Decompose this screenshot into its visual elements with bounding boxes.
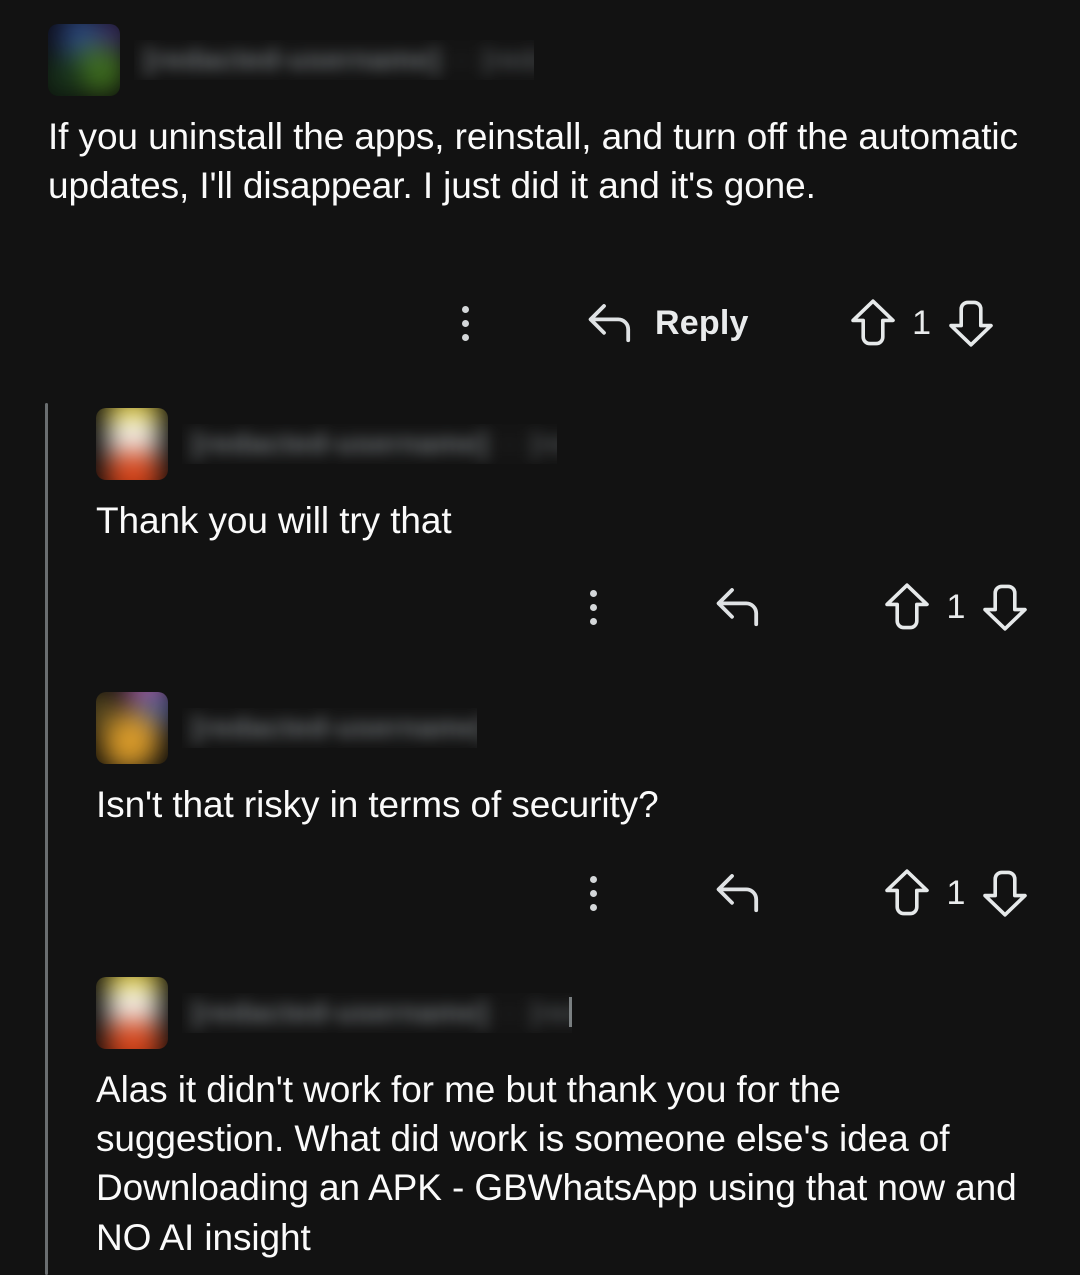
avatar-image xyxy=(96,692,168,764)
downvote-arrow-icon xyxy=(983,584,1027,631)
comment-2-action-bar: 1 xyxy=(570,580,1031,634)
comment-4-body: Alas it didn't work for me but thank you… xyxy=(96,1069,1017,1258)
comment-1-header: [redacted-username] · [redacted] xyxy=(0,24,1080,96)
reply-button[interactable] xyxy=(713,871,783,915)
comment-thread-screen: [redacted-username] · [redacted] If you … xyxy=(0,0,1080,1275)
upvote-arrow-icon xyxy=(885,583,929,630)
comment-2-header: [redacted-username] · [redacted] xyxy=(0,408,1080,480)
meta-separator: · xyxy=(504,427,515,460)
username-redacted: [redacted-username] · [redacted] xyxy=(182,993,572,1033)
upvote-button[interactable] xyxy=(881,866,933,920)
timestamp: [redacted] xyxy=(482,43,534,76)
username: [redacted-username] xyxy=(144,43,441,76)
upvote-arrow-icon xyxy=(885,869,929,916)
upvote-button[interactable] xyxy=(881,580,933,634)
avatar-image xyxy=(48,24,120,96)
upvote-arrow-icon xyxy=(850,299,895,346)
text-cursor-indicator xyxy=(569,997,572,1027)
timestamp: [redacted] xyxy=(530,427,557,460)
vote-count: 1 xyxy=(946,587,966,626)
downvote-button[interactable] xyxy=(979,580,1031,634)
comment-4-header: [redacted-username] · [redacted] xyxy=(0,977,1080,1049)
reply-arrow-icon xyxy=(588,304,631,343)
comment-4: [redacted-username] · [redacted] Alas it… xyxy=(0,977,1080,1262)
avatar[interactable] xyxy=(96,408,168,480)
comment-1-body: If you uninstall the apps, reinstall, an… xyxy=(48,116,1018,207)
username: [redacted-username] xyxy=(192,996,489,1029)
upvote-button[interactable] xyxy=(847,296,899,350)
comment-1-action-bar: Reply 1 xyxy=(442,296,997,350)
comment-4-author-line[interactable]: [redacted-username] · [redacted] xyxy=(182,993,572,1033)
reply-arrow-icon xyxy=(716,588,759,627)
username: [redacted-username] xyxy=(192,427,489,460)
downvote-button[interactable] xyxy=(945,296,997,350)
reply-arrow-icon xyxy=(716,874,759,913)
kebab-menu-icon[interactable] xyxy=(442,300,488,346)
username: [redacted-username] xyxy=(192,711,477,744)
username-redacted: [redacted-username] · [redacted] xyxy=(134,40,534,80)
comment-3-header: [redacted-username] · [redacted] xyxy=(0,692,1080,764)
comment-3-author-line[interactable]: [redacted-username] · [redacted] xyxy=(182,708,477,748)
avatar-image xyxy=(96,408,168,480)
reply-label: Reply xyxy=(655,303,749,342)
comment-3-body: Isn't that risky in terms of security? xyxy=(96,784,659,825)
vote-count: 1 xyxy=(912,303,932,342)
comment-1: [redacted-username] · [redacted] If you … xyxy=(0,24,1080,210)
avatar-image xyxy=(96,977,168,1049)
comment-1-author-line[interactable]: [redacted-username] · [redacted] xyxy=(134,40,534,80)
comment-3-vote-group: 1 xyxy=(881,866,1031,920)
comment-3: [redacted-username] · [redacted] Isn't t… xyxy=(0,692,1080,829)
timestamp: [redacted] xyxy=(530,996,572,1029)
downvote-arrow-icon xyxy=(948,300,993,347)
downvote-button[interactable] xyxy=(979,866,1031,920)
reply-button[interactable] xyxy=(713,585,783,629)
comment-2-body: Thank you will try that xyxy=(96,500,452,541)
comment-3-action-bar: 1 xyxy=(570,866,1031,920)
downvote-arrow-icon xyxy=(983,870,1027,917)
reply-button[interactable]: Reply xyxy=(585,301,749,345)
meta-separator: · xyxy=(504,996,515,1029)
avatar[interactable] xyxy=(96,692,168,764)
username-redacted: [redacted-username] · [redacted] xyxy=(182,424,557,464)
meta-separator: · xyxy=(456,43,467,76)
comment-2: [redacted-username] · [redacted] Thank y… xyxy=(0,408,1080,545)
comment-2-author-line[interactable]: [redacted-username] · [redacted] xyxy=(182,424,557,464)
username-redacted: [redacted-username] · [redacted] xyxy=(182,708,477,748)
comment-1-vote-group: 1 xyxy=(847,296,997,350)
avatar[interactable] xyxy=(48,24,120,96)
kebab-menu-icon[interactable] xyxy=(570,870,616,916)
comment-2-vote-group: 1 xyxy=(881,580,1031,634)
kebab-menu-icon[interactable] xyxy=(570,584,616,630)
avatar[interactable] xyxy=(96,977,168,1049)
vote-count: 1 xyxy=(946,873,966,912)
